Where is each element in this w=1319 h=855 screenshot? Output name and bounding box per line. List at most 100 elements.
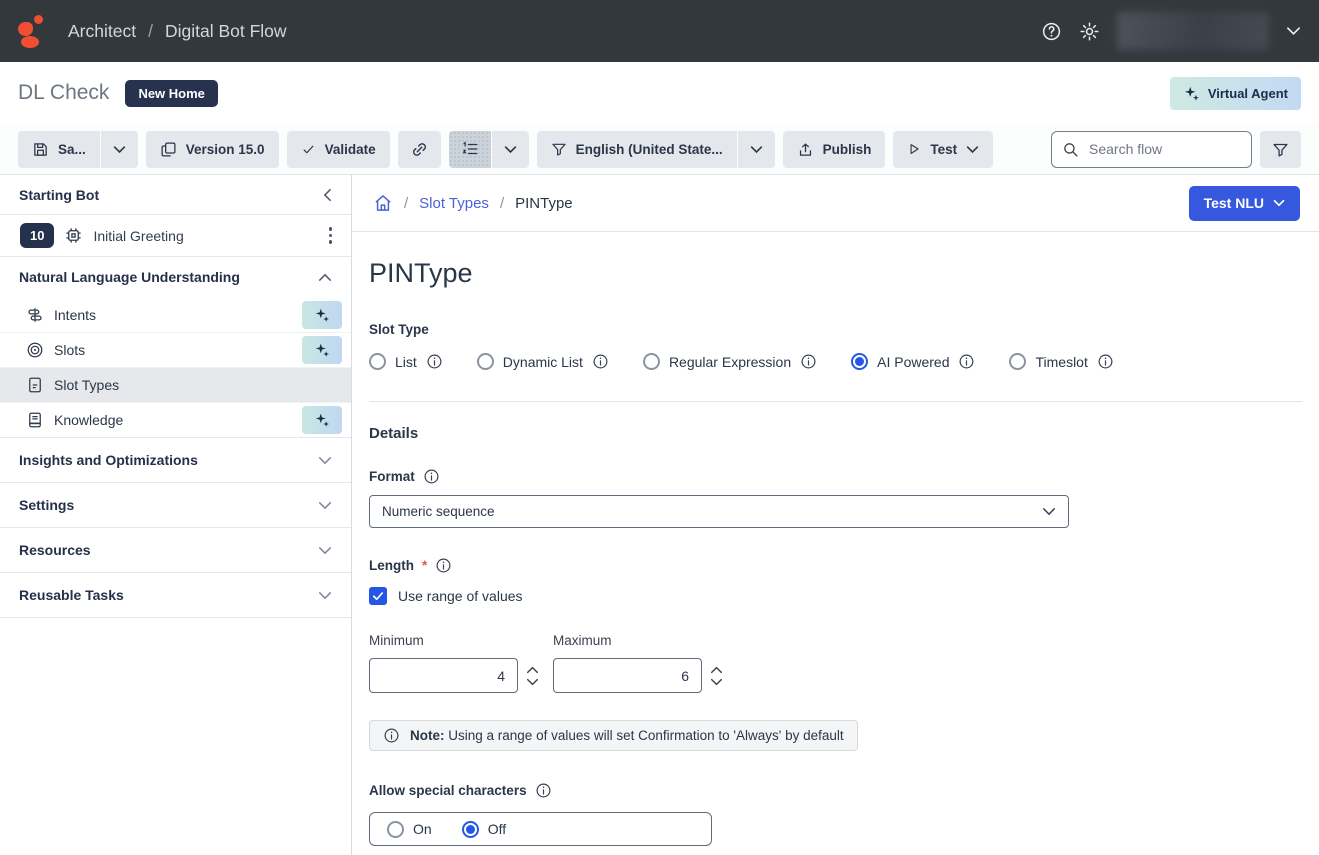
new-home-badge: New Home [125, 80, 217, 107]
radio-option-timeslot[interactable]: Timeslot [1009, 353, 1113, 370]
sidebar-section-settings[interactable]: Settings [0, 483, 351, 528]
breadcrumb-slot-types-link[interactable]: Slot Types [419, 195, 489, 212]
help-icon[interactable] [1041, 21, 1062, 42]
ai-generate-knowledge-button[interactable] [302, 406, 342, 434]
breadcrumb-separator: / [148, 21, 153, 42]
chevron-down-icon [318, 546, 332, 555]
chevron-down-icon [318, 456, 332, 465]
intents-icon [26, 306, 44, 324]
maximum-input[interactable] [553, 658, 702, 693]
ai-generate-intents-button[interactable] [302, 301, 342, 329]
virtual-agent-button[interactable]: Virtual Agent [1170, 77, 1301, 110]
radio-option-ai-powered[interactable]: AI Powered [851, 353, 975, 370]
version-button[interactable]: Version 15.0 [146, 131, 279, 168]
stepper-up-icon[interactable] [526, 666, 539, 674]
link-button[interactable] [398, 131, 441, 168]
search-flow-input[interactable] [1087, 140, 1241, 158]
chevron-down-icon [318, 501, 332, 510]
save-menu-button[interactable] [101, 131, 138, 168]
range-note-banner: Note: Using a range of values will set C… [369, 720, 858, 751]
maximum-field-group: Maximum [553, 633, 723, 693]
sidebar-section-insights[interactable]: Insights and Optimizations [0, 438, 351, 483]
starting-bot-header[interactable]: Starting Bot [0, 175, 351, 215]
minimum-input[interactable] [369, 658, 518, 693]
collapse-sidebar-icon[interactable] [323, 188, 332, 202]
details-heading: Details [369, 425, 1302, 442]
ordered-list-button[interactable] [449, 131, 491, 168]
radio-icon[interactable] [643, 353, 660, 370]
sequence-menu-button[interactable] [492, 131, 529, 168]
radio-icon[interactable] [1009, 353, 1026, 370]
validate-button[interactable]: Validate [287, 131, 390, 168]
checkbox-checked-icon[interactable] [369, 587, 387, 605]
breadcrumb-separator: / [404, 195, 408, 212]
language-button[interactable]: English (United State... [537, 131, 737, 168]
breadcrumb-separator: / [500, 195, 504, 212]
info-icon[interactable] [592, 353, 609, 370]
sidebar-section-reusable-tasks[interactable]: Reusable Tasks [0, 573, 351, 618]
language-menu-button[interactable] [738, 131, 775, 168]
test-button[interactable]: Test [893, 131, 993, 168]
radio-option-regular-expression[interactable]: Regular Expression [643, 353, 817, 370]
sequence-split-button [449, 131, 529, 168]
radio-icon-selected[interactable] [462, 821, 479, 838]
ai-generate-slots-button[interactable] [302, 336, 342, 364]
test-nlu-button[interactable]: Test NLU [1189, 186, 1300, 221]
sidebar-section-resources[interactable]: Resources [0, 528, 351, 573]
radio-option-list[interactable]: List [369, 353, 443, 370]
radio-option-dynamic-list[interactable]: Dynamic List [477, 353, 609, 370]
save-button[interactable]: Sa... [18, 131, 100, 168]
chevron-down-icon [966, 145, 979, 154]
sidebar-item-initial-greeting[interactable]: 10 Initial Greeting [0, 215, 351, 257]
nlu-section-header[interactable]: Natural Language Understanding [0, 257, 351, 297]
required-marker: * [422, 558, 427, 573]
use-range-checkbox-row[interactable]: Use range of values [369, 587, 1302, 605]
home-icon[interactable] [373, 193, 393, 213]
radio-icon[interactable] [387, 821, 404, 838]
stepper-up-icon[interactable] [710, 666, 723, 674]
sidebar-item-knowledge[interactable]: Knowledge [0, 402, 351, 437]
breadcrumb: / Slot Types / PINType Test NLU [352, 175, 1319, 232]
toggle-option-on[interactable]: On [387, 821, 432, 838]
note-text: Note: Using a range of values will set C… [410, 728, 844, 743]
language-split-button: English (United State... [537, 131, 775, 168]
format-select[interactable]: Numeric sequence [369, 495, 1069, 528]
gear-icon[interactable] [1079, 21, 1100, 42]
radio-icon[interactable] [477, 353, 494, 370]
radio-icon-selected[interactable] [851, 353, 868, 370]
sidebar: Starting Bot 10 Initial Greeting Natural… [0, 175, 352, 855]
kebab-menu-icon[interactable] [323, 223, 339, 248]
user-account-menu[interactable] [1117, 12, 1269, 50]
flow-type-title: Digital Bot Flow [165, 21, 287, 42]
sidebar-item-slot-types[interactable]: Slot Types [0, 367, 351, 402]
sidebar-item-slots[interactable]: Slots [0, 332, 351, 367]
search-filter-button[interactable] [1260, 131, 1301, 168]
info-icon[interactable] [435, 557, 452, 574]
slot-type-radio-group: List Dynamic List Regular Expression [369, 353, 1302, 370]
sidebar-item-intents[interactable]: Intents [0, 297, 351, 332]
chevron-up-icon [318, 273, 332, 282]
sparkle-icon [314, 342, 330, 358]
chevron-down-icon [113, 145, 126, 154]
section-divider [369, 401, 1302, 402]
info-icon[interactable] [426, 353, 443, 370]
info-icon[interactable] [958, 353, 975, 370]
slot-type-form: PINType Slot Type List Dynamic List [352, 232, 1319, 855]
chevron-down-icon[interactable] [1286, 26, 1301, 36]
info-icon[interactable] [800, 353, 817, 370]
genesys-logo-icon [18, 13, 44, 49]
funnel-icon [551, 141, 567, 157]
info-icon[interactable] [535, 782, 552, 799]
length-label: Length * [369, 557, 1302, 574]
page-title: PINType [369, 258, 1302, 289]
breadcrumb-current: PINType [515, 195, 573, 212]
radio-icon[interactable] [369, 353, 386, 370]
stepper-down-icon[interactable] [710, 678, 723, 686]
flow-name: DL Check [18, 81, 109, 105]
publish-button[interactable]: Publish [783, 131, 886, 168]
info-icon[interactable] [1097, 353, 1114, 370]
stepper-down-icon[interactable] [526, 678, 539, 686]
toggle-option-off[interactable]: Off [462, 821, 506, 838]
info-icon [383, 727, 400, 744]
info-icon[interactable] [423, 468, 440, 485]
